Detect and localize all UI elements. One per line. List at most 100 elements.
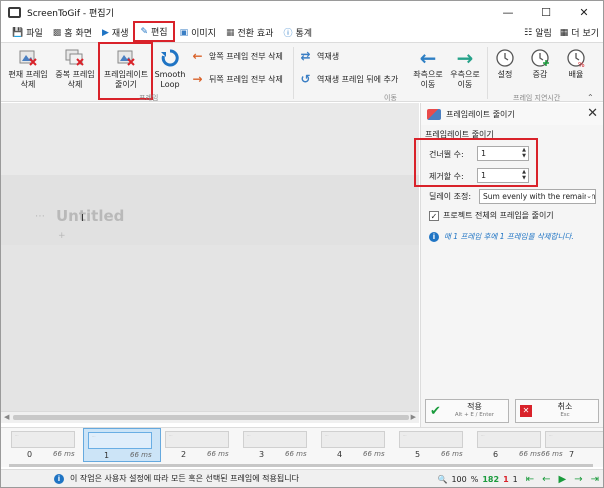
cancel-label: 취소 [557, 402, 573, 411]
separator [293, 47, 294, 99]
panel-close-icon[interactable]: ✕ [587, 106, 598, 121]
play-icon[interactable]: ▶ [559, 474, 567, 485]
delete-duplicates-button[interactable]: 중복 프레임 삭제 [51, 45, 99, 90]
frame-thumbnail: ⋯ [477, 431, 541, 448]
play-icon: ▶ [102, 27, 109, 38]
reverse-button[interactable]: ⇄ 역재생 [297, 49, 339, 63]
timeline-frame[interactable]: ⋯ 7 66 ms [541, 428, 603, 462]
tab-label: 파일 [26, 29, 43, 39]
frame-count: 182 [482, 474, 500, 484]
timeline-frame[interactable]: ⋯ 4 66 ms [317, 428, 395, 462]
smooth-loop-button[interactable]: Smooth Loop [154, 45, 186, 90]
frame-number: 1 [104, 451, 110, 460]
ribbon-label: 좌측으로 이동 [413, 70, 443, 89]
timeline-frame[interactable]: ⋯ 5 66 ms [395, 428, 473, 462]
highlight-spinners [414, 138, 538, 187]
tab-statistics[interactable]: ⓘ 통계 [278, 23, 317, 42]
delay-adjust-select[interactable]: Sum evenly with the remaining frames ⌄ [479, 189, 596, 204]
cancel-button[interactable]: ✕ 취소 Esc [515, 399, 599, 423]
duplicate-frames-icon [65, 48, 85, 68]
frame-thumbnail: ⋯ [165, 431, 229, 448]
ribbon-toolbar: 편재 프레임 삭제 중복 프레임 삭제 프레임레이트 줄이기 Smooth Lo… [1, 42, 603, 102]
delay-option: Sum evenly with the remaining frames [483, 192, 596, 201]
reverse-icon: ⇄ [300, 49, 311, 63]
tab-edit[interactable]: ✎ 편집 [133, 21, 175, 42]
ribbon-label: 뒤쪽 프레임 전부 삭제 [209, 74, 283, 84]
more-button[interactable]: ▦ 더 보기 [556, 23, 603, 42]
timeline-frame[interactable]: ⋯ 6 66 ms [473, 428, 551, 462]
project-checkbox-row[interactable]: ✓ 프로젝트 전체의 프레임을 줄이기 [429, 210, 554, 221]
delay-set-button[interactable]: 설정 [491, 45, 519, 80]
tab-label: 더 보기 [571, 29, 599, 39]
pencil-icon: ✎ [140, 26, 149, 37]
tab-label: 알림 [535, 29, 552, 39]
tabs-right: ☷ 알림 ▦ 더 보기 [520, 23, 603, 42]
image-icon: ▣ [179, 27, 189, 38]
text-cursor-icon: I [81, 213, 84, 224]
info-icon: i [429, 231, 439, 242]
previous-frame-icon[interactable]: ← [542, 474, 550, 485]
ribbon-label: 앞쪽 프레임 전부 삭제 [209, 51, 283, 61]
zoom-value[interactable]: 100 [451, 475, 466, 484]
minimize-button[interactable]: — [489, 1, 527, 23]
tab-file[interactable]: 💾 파일 [7, 23, 48, 42]
clock-percent-icon: % [566, 48, 586, 69]
frame-duration: 66 ms [130, 451, 152, 459]
tab-transitions[interactable]: ▦ 전환 효과 [221, 23, 279, 42]
info-icon: i [54, 473, 64, 484]
svg-text:%: % [578, 61, 585, 68]
timeline-frame[interactable]: ⋯ 2 66 ms [161, 428, 239, 462]
frame-number: 5 [415, 450, 421, 459]
app-icon [8, 6, 21, 18]
close-button[interactable]: ✕ [565, 1, 603, 23]
notifications-button[interactable]: ☷ 알림 [520, 23, 556, 42]
next-frame-icon[interactable]: → [574, 474, 582, 485]
arrow-left-icon: ← [419, 46, 437, 70]
delete-previous-button[interactable]: ← 앞쪽 프레임 전부 삭제 [189, 49, 283, 63]
scrollbar-thumb[interactable] [9, 464, 593, 467]
info-text: 매 1 프레임 후에 1 프레임을 삭제합니다. [444, 232, 574, 241]
delay-row: 딜레이 조정: [429, 191, 471, 202]
timeline-frame-selected[interactable]: ⋯ 1 66 ms [83, 428, 161, 462]
delete-frame-icon [18, 48, 38, 68]
cancel-icon: ✕ [520, 405, 532, 417]
tab-playback[interactable]: ▶ 재생 [97, 23, 133, 42]
frame-canvas[interactable]: ⋯ Untitled I + [1, 103, 419, 423]
delay-increase-button[interactable]: 증감 [526, 45, 554, 80]
status-bar: i 이 작업은 사용자 설정에 따라 모든 혹은 선택된 프레임에 적용됩니다 … [1, 469, 603, 487]
maximize-button[interactable]: ☐ [527, 1, 565, 23]
panel-title: 프레임레이트 줄이기 [446, 109, 515, 119]
last-frame-icon[interactable]: ⇥ [591, 474, 599, 485]
frame-duration: 66 ms [363, 450, 385, 458]
move-right-button[interactable]: → 우측으로 이동 [447, 45, 483, 90]
scroll-right-icon: ▶ [410, 413, 416, 421]
status-right: 🔍 100 % 182 1 1 ⇤ ← ▶ → ⇥ [434, 470, 600, 487]
tab-home[interactable]: ▩ 홈 화면 [48, 23, 97, 42]
group-label-frames: 프레임 [139, 94, 159, 102]
first-frame-icon[interactable]: ⇤ [526, 474, 534, 485]
delay-scale-button[interactable]: % 배율 [562, 45, 590, 80]
canvas-horizontal-scrollbar[interactable]: ◀ ▶ [1, 411, 419, 423]
collapse-ribbon-button[interactable]: ⌃ [587, 93, 594, 102]
apply-button[interactable]: ✔ 적용 Alt + E / Enter [425, 399, 509, 423]
tab-image[interactable]: ▣ 이미지 [175, 23, 221, 42]
loop-icon [160, 48, 180, 68]
frame-number: 3 [259, 450, 265, 459]
timeline-frame[interactable]: ⋯ 0 66 ms [7, 428, 85, 462]
timeline-frame[interactable]: ⋯ 3 66 ms [239, 428, 317, 462]
home-icon: ▩ [52, 27, 62, 38]
delete-current-frame-button[interactable]: 편재 프레임 삭제 [5, 45, 51, 90]
plus-icon: + [58, 231, 66, 241]
move-left-button[interactable]: ← 좌측으로 이동 [409, 45, 447, 90]
clock-plus-icon [530, 48, 550, 68]
frame-duration: 66 ms [53, 450, 75, 458]
delete-next-button[interactable]: → 뒤쪽 프레임 전부 삭제 [189, 72, 283, 86]
reverse-append-button[interactable]: ↺ 역재생 프레임 뒤에 추가 [297, 72, 398, 86]
tab-label: 재생 [111, 29, 129, 39]
frame-timeline: ⋯ 0 66 ms ⋯ 1 66 ms ⋯ 2 66 ms ⋯ 3 66 ms … [1, 427, 603, 467]
frame-thumbnail: ⋯ [88, 432, 152, 449]
project-checkbox[interactable]: ✓ [429, 210, 439, 221]
scrollbar-thumb[interactable] [13, 415, 409, 420]
ribbon-label: 역재생 프레임 뒤에 추가 [317, 74, 399, 84]
timeline-scrollbar[interactable] [1, 463, 603, 468]
